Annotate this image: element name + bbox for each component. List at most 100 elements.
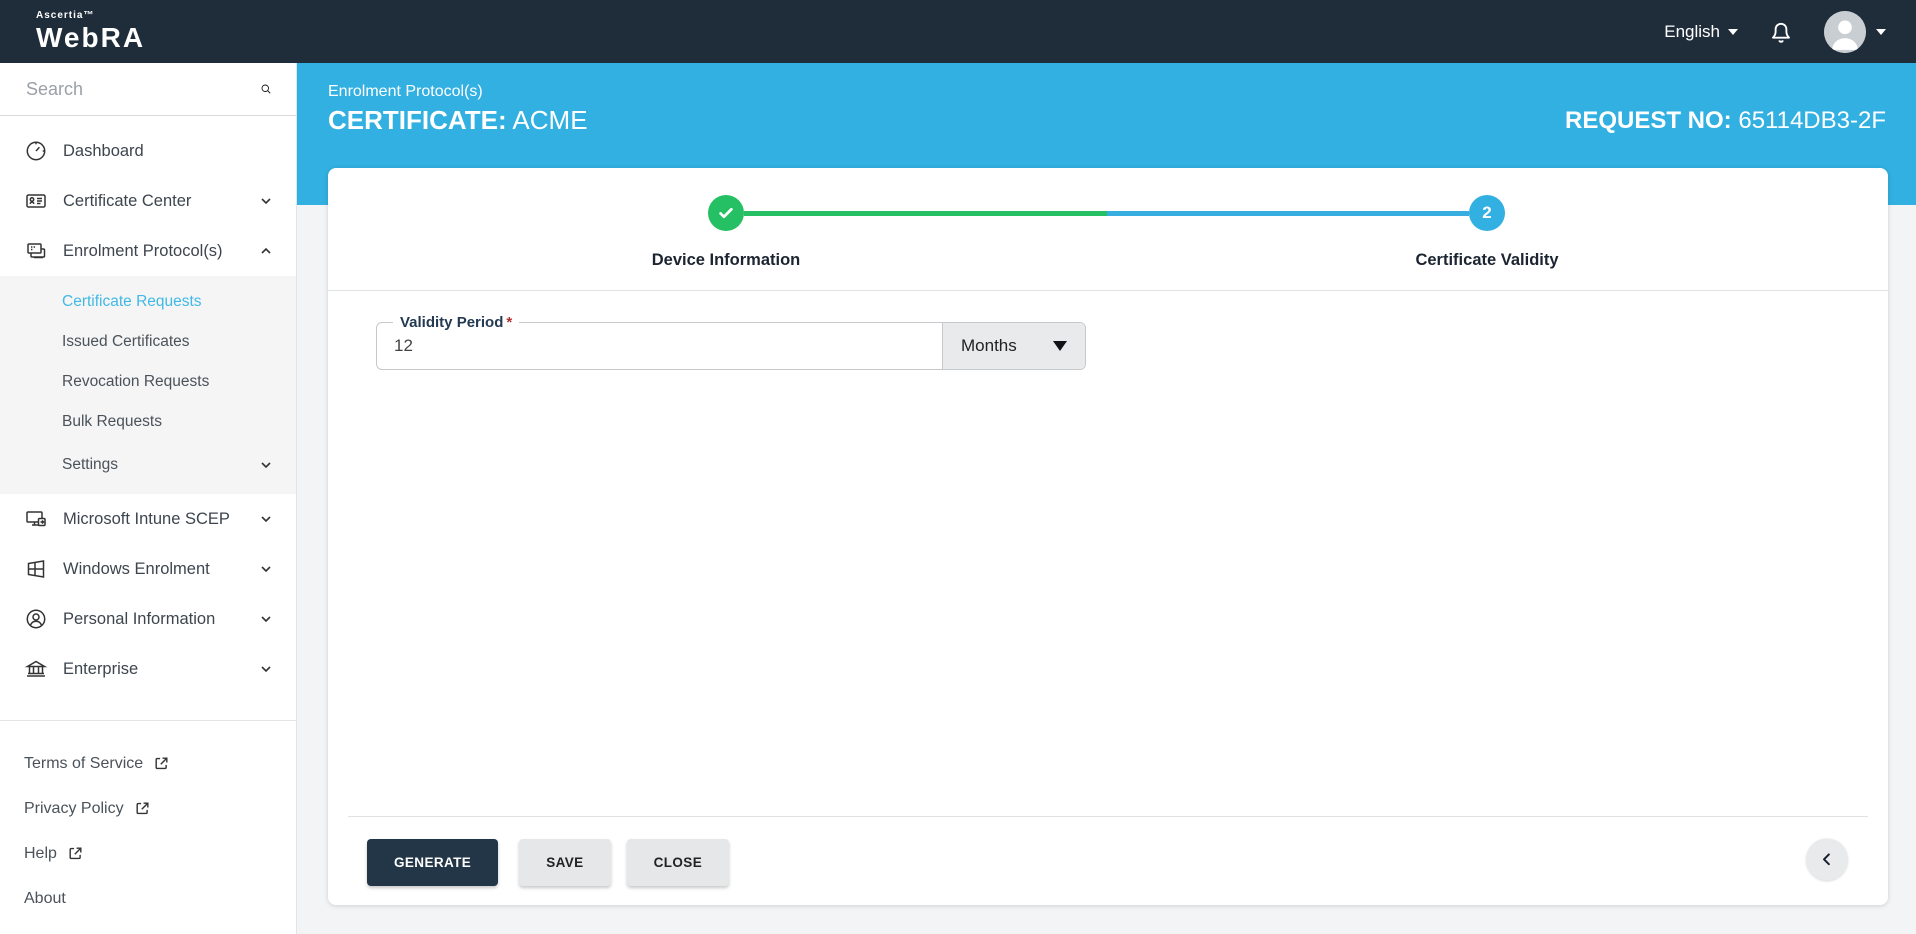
sidebar-footer: Terms of Service Privacy Policy Help Abo… [0, 721, 296, 921]
sidebar-item-personal-information[interactable]: Personal Information [0, 594, 296, 644]
page-title-value: ACME [512, 105, 588, 135]
privacy-policy-link[interactable]: Privacy Policy [0, 786, 296, 831]
user-menu[interactable] [1824, 10, 1886, 53]
link-label: About [24, 889, 66, 907]
wizard-stepper: 2 Device Information Certificate Validit… [328, 168, 1888, 291]
wizard-card: 2 Device Information Certificate Validit… [328, 168, 1888, 905]
stepper-progress-line [744, 210, 1469, 216]
request-number-value: 65114DB3-2F [1738, 107, 1886, 134]
person-icon [26, 609, 46, 629]
sidebar-nav: Dashboard Certificate Center Enrolment P… [0, 116, 296, 921]
sidebar-item-label: Personal Information [63, 609, 216, 628]
main-content: Enrolment Protocol(s) CERTIFICATE: ACME … [297, 0, 1916, 905]
validity-unit-value: Months [961, 336, 1017, 355]
avatar [1824, 10, 1866, 53]
sidebar-item-enrolment-protocols[interactable]: Enrolment Protocol(s) [0, 226, 296, 276]
sidebar-item-label: Settings [62, 456, 119, 473]
sidebar-item-certificate-center[interactable]: Certificate Center [0, 176, 296, 226]
chevron-down-icon [261, 616, 271, 623]
validity-period-label-text: Validity Period [400, 314, 504, 331]
sidebar-item-label: Microsoft Intune SCEP [63, 509, 230, 528]
external-link-icon [155, 757, 168, 770]
sidebar-item-microsoft-intune-scep[interactable]: Microsoft Intune SCEP [0, 494, 296, 544]
validity-period-field-group: Validity Period* Months [376, 313, 1086, 370]
validity-period-label: Validity Period * [393, 313, 520, 332]
required-asterisk: * [506, 314, 513, 331]
chevron-down-icon [261, 516, 271, 523]
link-label: Terms of Service [24, 754, 144, 772]
sidebar-item-dashboard[interactable]: Dashboard [0, 126, 296, 176]
breadcrumb: Enrolment Protocol(s) [328, 83, 483, 100]
step-2-number: 2 [1482, 203, 1492, 222]
generate-button[interactable]: GENERATE [367, 839, 499, 886]
windows-icon [27, 560, 45, 578]
chevron-down-icon [1728, 28, 1738, 35]
close-button[interactable]: CLOSE [626, 839, 730, 886]
chevron-up-icon [261, 247, 271, 254]
chevron-down-icon [261, 462, 271, 469]
dropdown-arrow-icon [1053, 341, 1067, 351]
enrolment-submenu: Certificate Requests Issued Certificates… [0, 276, 296, 494]
link-label: Help [24, 844, 57, 862]
step-2-label: Certificate Validity [1415, 251, 1559, 269]
sidebar-item-enterprise[interactable]: Enterprise [0, 644, 296, 694]
external-link-icon [136, 802, 149, 815]
enrolment-protocols-icon [27, 243, 46, 259]
step-2-indicator[interactable]: 2 [1469, 195, 1505, 231]
top-header: Ascertia™ WebRA English [0, 0, 1916, 63]
sidebar-item-label: Enterprise [63, 659, 139, 678]
validity-unit-dropdown[interactable]: Months [942, 323, 1085, 369]
sidebar-item-label: Windows Enrolment [63, 559, 210, 578]
help-link[interactable]: Help [0, 831, 296, 876]
notifications-button[interactable] [1766, 17, 1796, 47]
sidebar-item-label: Issued Certificates [62, 333, 190, 350]
step-1-label: Device Information [651, 251, 801, 269]
step-1-indicator[interactable] [708, 195, 744, 231]
search-input[interactable] [24, 77, 260, 101]
chevron-down-icon [261, 666, 271, 673]
bank-icon [24, 660, 48, 677]
previous-step-button[interactable] [1806, 838, 1848, 881]
chevron-down-icon [261, 198, 271, 205]
sidebar-search [0, 63, 296, 116]
brand-small-text: Ascertia™ [36, 10, 95, 21]
sidebar-item-label: Dashboard [63, 141, 144, 160]
chevron-down-icon [261, 566, 271, 573]
sidebar-item-label: Revocation Requests [62, 373, 210, 390]
sidebar-item-label: Bulk Requests [62, 413, 162, 430]
brand-large-text: WebRA [36, 22, 146, 53]
user-silhouette-icon [1824, 10, 1866, 53]
sidebar-item-windows-enrolment[interactable]: Windows Enrolment [0, 544, 296, 594]
chevron-left-icon [1823, 853, 1830, 866]
intune-scep-icon [26, 511, 46, 527]
request-number: REQUEST NO: 65114DB3-2F [1565, 107, 1886, 135]
link-label: Privacy Policy [24, 799, 124, 817]
certificate-validity-form: Validity Period* Months [328, 291, 1888, 370]
search-icon[interactable] [260, 79, 272, 99]
brand-logo: Ascertia™ WebRA [36, 11, 145, 52]
language-selector[interactable]: English [1664, 22, 1738, 42]
terms-of-service-link[interactable]: Terms of Service [0, 741, 296, 786]
external-link-icon [69, 847, 82, 860]
check-icon [719, 207, 733, 219]
card-footer: GENERATE SAVE CLOSE [328, 816, 1888, 905]
save-button[interactable]: SAVE [519, 839, 611, 886]
sidebar-item-settings[interactable]: Settings [0, 442, 296, 488]
sidebar: Dashboard Certificate Center Enrolment P… [0, 63, 297, 934]
stepper-line-completed [744, 210, 1107, 216]
request-number-label: REQUEST NO: [1564, 107, 1732, 134]
page-title-label: CERTIFICATE: [328, 105, 507, 135]
sidebar-item-certificate-requests[interactable]: Certificate Requests [0, 282, 296, 322]
stepper-line-remaining [1106, 210, 1469, 216]
sidebar-item-bulk-requests[interactable]: Bulk Requests [0, 402, 296, 442]
certificate-center-icon [26, 194, 46, 208]
language-label: English [1664, 21, 1720, 41]
dashboard-icon [26, 141, 46, 161]
sidebar-item-issued-certificates[interactable]: Issued Certificates [0, 322, 296, 362]
about-link[interactable]: About [0, 876, 296, 921]
sidebar-item-label: Certificate Center [63, 191, 192, 210]
sidebar-item-revocation-requests[interactable]: Revocation Requests [0, 362, 296, 402]
bell-icon [1772, 22, 1790, 43]
chevron-down-icon [1876, 28, 1886, 35]
sidebar-item-label: Certificate Requests [62, 293, 202, 310]
